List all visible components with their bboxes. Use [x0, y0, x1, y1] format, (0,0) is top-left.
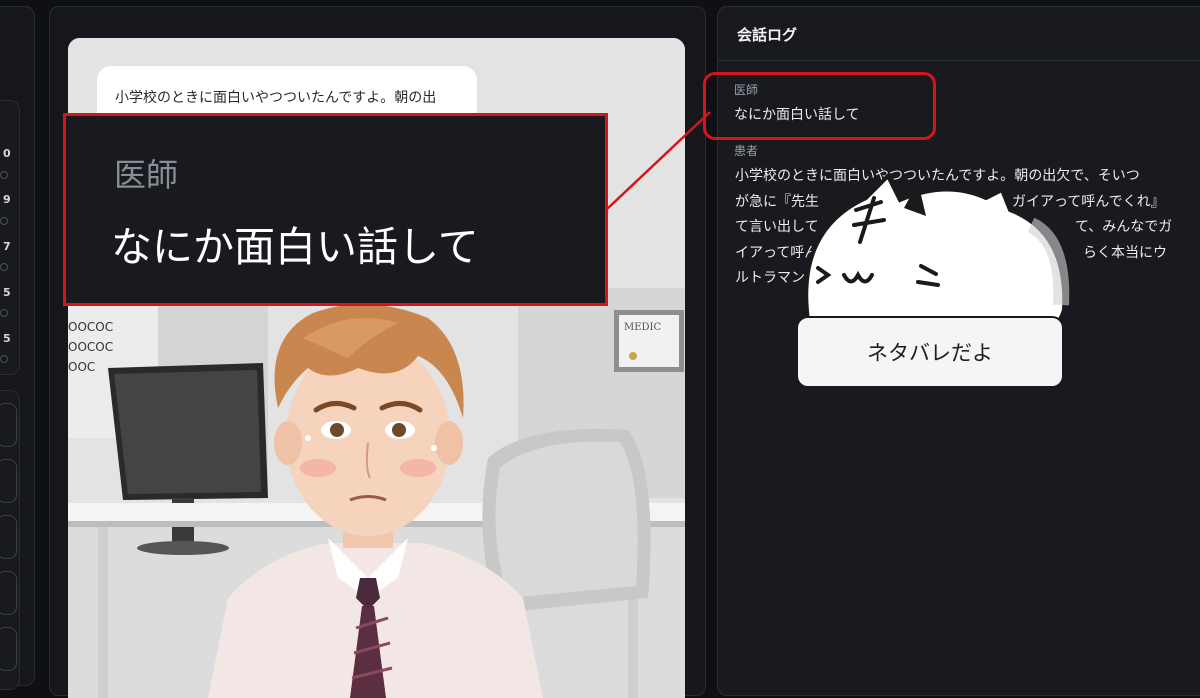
- spoiler-label: ネタバレだよ: [796, 316, 1064, 388]
- divider: [718, 60, 1200, 61]
- log-title: 会話ログ: [737, 26, 798, 44]
- highlight-box: [703, 72, 936, 140]
- log-entry-role: 患者: [734, 144, 759, 158]
